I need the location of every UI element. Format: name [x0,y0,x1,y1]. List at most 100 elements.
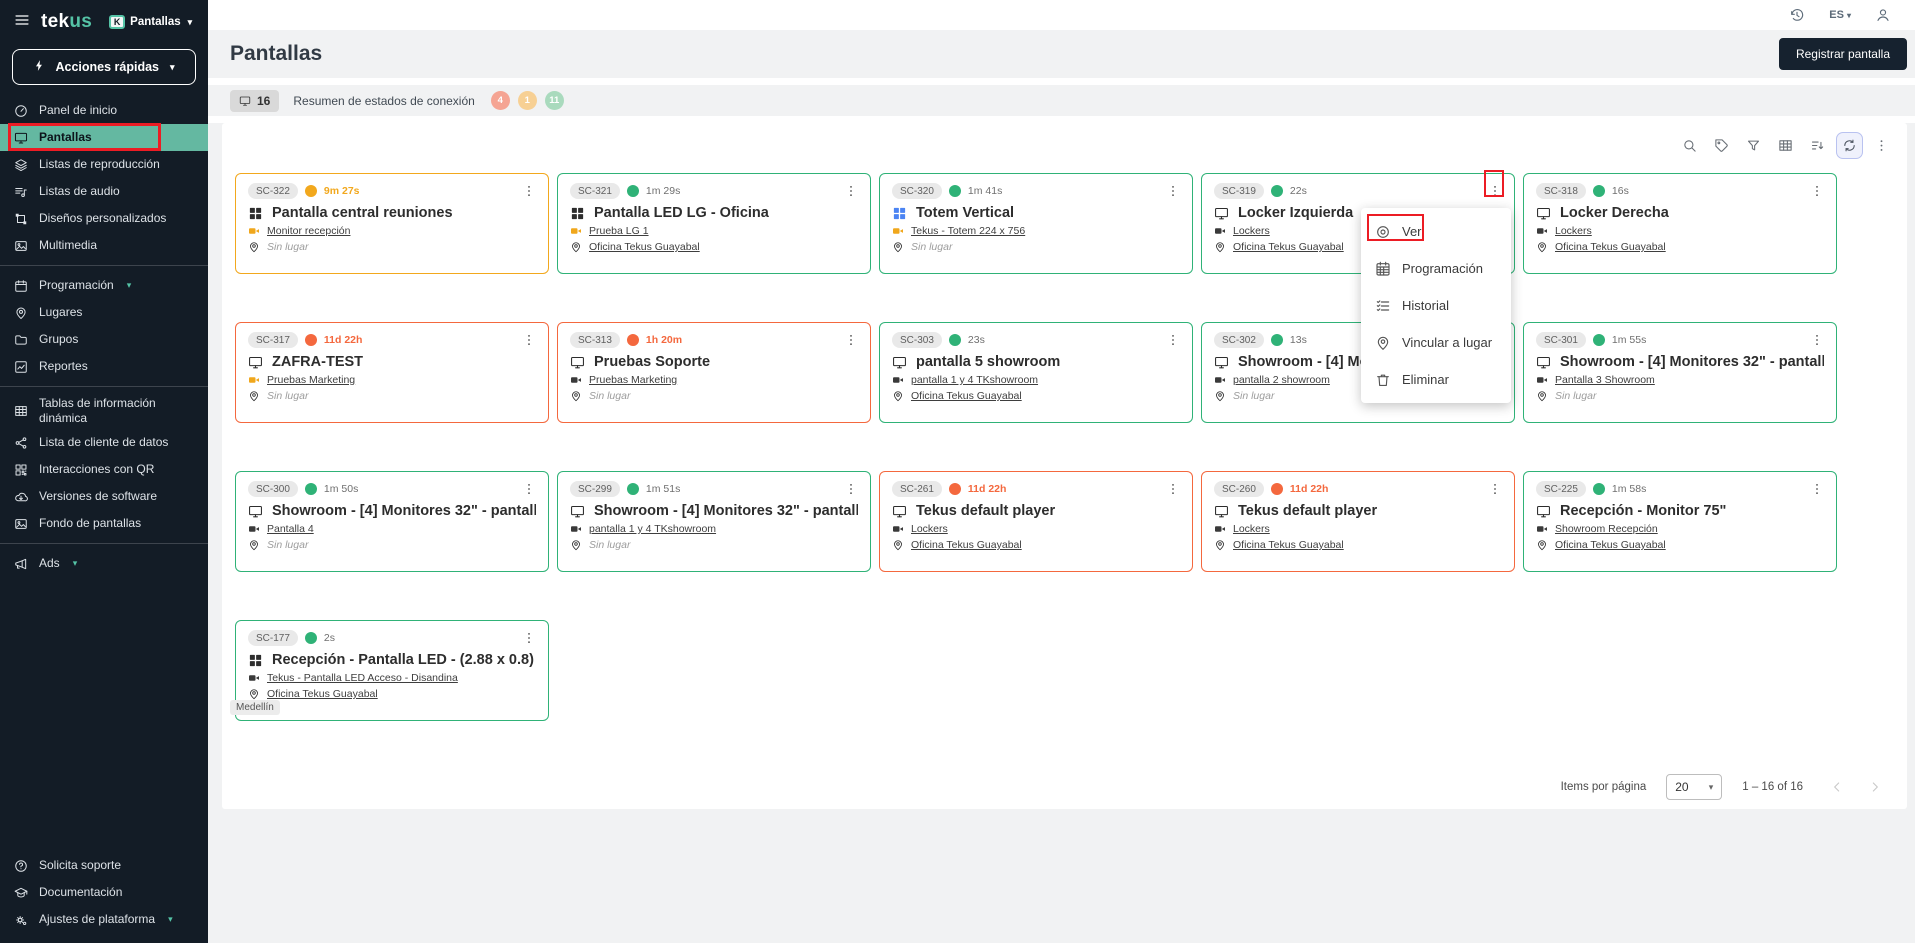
sidebar-item-programacion[interactable]: Programación▾ [0,272,208,299]
toolbar-table-view-button[interactable] [1772,132,1799,159]
sidebar-item-reportes[interactable]: Reportes [0,353,208,380]
register-screen-button[interactable]: Registrar pantalla [1779,38,1907,70]
previous-page-button[interactable] [1829,779,1845,795]
card-menu-button[interactable] [844,184,858,198]
playlist-link[interactable]: Lockers [1233,225,1270,237]
screen-card[interactable]: SC-1772sRecepción - Pantalla LED - (2.88… [235,620,549,721]
sidebar-item-documentacion[interactable]: Documentación [0,879,208,906]
screen-card[interactable]: SC-3131h 20mPruebas SoportePruebas Marke… [557,322,871,423]
screen-card[interactable]: SC-31816sLocker DerechaLockersOficina Te… [1523,173,1837,274]
screen-card[interactable]: SC-30323spantalla 5 showroompantalla 1 y… [879,322,1193,423]
toolbar-search-button[interactable] [1676,132,1703,159]
playlist-link[interactable]: Monitor recepción [267,225,350,237]
sidebar-item-panel-de-inicio[interactable]: Panel de inicio [0,97,208,124]
screen-card[interactable]: SC-31711d 22hZAFRA-TESTPruebas Marketing… [235,322,549,423]
sidebar-item-listas-de-reproduccion[interactable]: Listas de reproducción [0,151,208,178]
sidebar-item-fondo-de-pantallas[interactable]: Fondo de pantallas [0,510,208,537]
screen-card[interactable]: SC-3201m 41sTotem VerticalTekus - Totem … [879,173,1193,274]
menu-item-programacion[interactable]: Programación [1361,250,1511,287]
history-icon[interactable] [1789,7,1805,23]
card-menu-button[interactable] [844,333,858,347]
card-menu-button[interactable] [1810,482,1824,496]
card-menu-button[interactable] [1810,333,1824,347]
card-menu-button[interactable] [1166,482,1180,496]
card-menu-button[interactable] [522,631,536,645]
screen-card[interactable]: SC-2251m 58sRecepción - Monitor 75"Showr… [1523,471,1837,572]
location-link[interactable]: Oficina Tekus Guayabal [1233,539,1344,551]
sidebar-item-lugares[interactable]: Lugares [0,299,208,326]
page-size-select[interactable]: 20 [1666,774,1722,800]
location-link[interactable]: Oficina Tekus Guayabal [911,539,1022,551]
screen-card[interactable]: SC-2991m 51sShowroom - [4] Monitores 32"… [557,471,871,572]
playlist-link[interactable]: Prueba LG 1 [589,225,649,237]
sidebar-item-interacciones-con-qr[interactable]: Interacciones con QR [0,456,208,483]
playlist-link[interactable]: Pantalla 4 [267,523,314,535]
sidebar-item-disenos-personalizados[interactable]: Diseños personalizados [0,205,208,232]
playlist-link[interactable]: pantalla 1 y 4 TKshowroom [911,374,1038,386]
playlist-link[interactable]: Tekus - Pantalla LED Acceso - Disandina [267,672,458,684]
eye-icon [1375,224,1391,240]
playlist-link[interactable]: Lockers [1233,523,1270,535]
sidebar-item-lista-de-cliente-de-datos[interactable]: Lista de cliente de datos [0,429,208,456]
toolbar-more-button[interactable] [1868,132,1895,159]
screen-card[interactable]: SC-3211m 29sPantalla LED LG - OficinaPru… [557,173,871,274]
toolbar-sort-button[interactable] [1804,132,1831,159]
language-selector[interactable]: ES [1829,9,1851,21]
sidebar-item-pantallas[interactable]: Pantallas [0,124,208,151]
menu-item-vincular-a-lugar[interactable]: Vincular a lugar [1361,324,1511,361]
menu-item-ver[interactable]: Ver [1361,213,1511,250]
playlist-link[interactable]: Pruebas Marketing [267,374,355,386]
menu-item-historial[interactable]: Historial [1361,287,1511,324]
quick-actions-button[interactable]: Acciones rápidas ▾ [12,49,196,85]
card-menu-button[interactable] [522,482,536,496]
playlist-link[interactable]: Lockers [1555,225,1592,237]
sync-icon [1842,138,1857,153]
card-menu-button[interactable] [1488,482,1502,496]
playlist-link[interactable]: Lockers [911,523,948,535]
sidebar-item-multimedia[interactable]: Multimedia [0,232,208,259]
location-link[interactable]: Oficina Tekus Guayabal [589,241,700,253]
screen-card[interactable]: SC-3001m 50sShowroom - [4] Monitores 32"… [235,471,549,572]
user-account-icon[interactable] [1875,7,1891,23]
card-menu-button[interactable] [1810,184,1824,198]
hamburger-menu-icon[interactable] [14,12,30,33]
card-menu-button[interactable] [1166,333,1180,347]
sidebar-item-tablas-de-informacion-dinamica[interactable]: Tablas de información dinámica [0,393,208,429]
menu-item-eliminar[interactable]: Eliminar [1361,361,1511,398]
app-switcher[interactable]: K Pantallas ▾ [109,15,192,29]
card-menu-button[interactable] [1166,184,1180,198]
location-link[interactable]: Oficina Tekus Guayabal [1555,539,1666,551]
sidebar-item-versiones-de-software[interactable]: Versiones de software [0,483,208,510]
screen-card[interactable]: SC-3229m 27sPantalla central reunionesMo… [235,173,549,274]
location-link[interactable]: Oficina Tekus Guayabal [911,390,1022,402]
toolbar-filter-button[interactable] [1740,132,1767,159]
tekus-logo[interactable]: tekus [41,11,92,33]
next-page-button[interactable] [1867,779,1883,795]
screen-card[interactable]: SC-26011d 22hTekus default playerLockers… [1201,471,1515,572]
playlist-link[interactable]: Showroom Recepción [1555,523,1658,535]
location-link[interactable]: Oficina Tekus Guayabal [1555,241,1666,253]
screen-card[interactable]: SC-3011m 55sShowroom - [4] Monitores 32"… [1523,322,1837,423]
location-link[interactable]: Oficina Tekus Guayabal [1233,241,1344,253]
card-menu-button[interactable] [522,184,536,198]
playlist-link[interactable]: Tekus - Totem 224 x 756 [911,225,1025,237]
playlist-link[interactable]: Pruebas Marketing [589,374,677,386]
sidebar-item-grupos[interactable]: Grupos [0,326,208,353]
monitor-icon [1536,355,1551,370]
toolbar-tag-button[interactable] [1708,132,1735,159]
screen-card[interactable]: SC-26111d 22hTekus default playerLockers… [879,471,1193,572]
sidebar-item-solicita-soporte[interactable]: Solicita soporte [0,852,208,879]
camera-icon [570,374,582,386]
card-menu-button[interactable] [1488,184,1502,198]
sidebar-item-listas-de-audio[interactable]: Listas de audio [0,178,208,205]
playlist-link[interactable]: pantalla 2 showroom [1233,374,1330,386]
sidebar-item-ajustes-de-plataforma[interactable]: Ajustes de plataforma▾ [0,906,208,933]
location-link[interactable]: Oficina Tekus Guayabal [267,688,378,700]
location-row: Oficina Tekus Guayabal [892,390,1180,402]
card-menu-button[interactable] [844,482,858,496]
toolbar-sync-button[interactable] [1836,132,1863,159]
playlist-link[interactable]: Pantalla 3 Showroom [1555,374,1655,386]
card-menu-button[interactable] [522,333,536,347]
playlist-link[interactable]: pantalla 1 y 4 TKshowroom [589,523,716,535]
sidebar-item-ads[interactable]: Ads▾ [0,550,208,577]
